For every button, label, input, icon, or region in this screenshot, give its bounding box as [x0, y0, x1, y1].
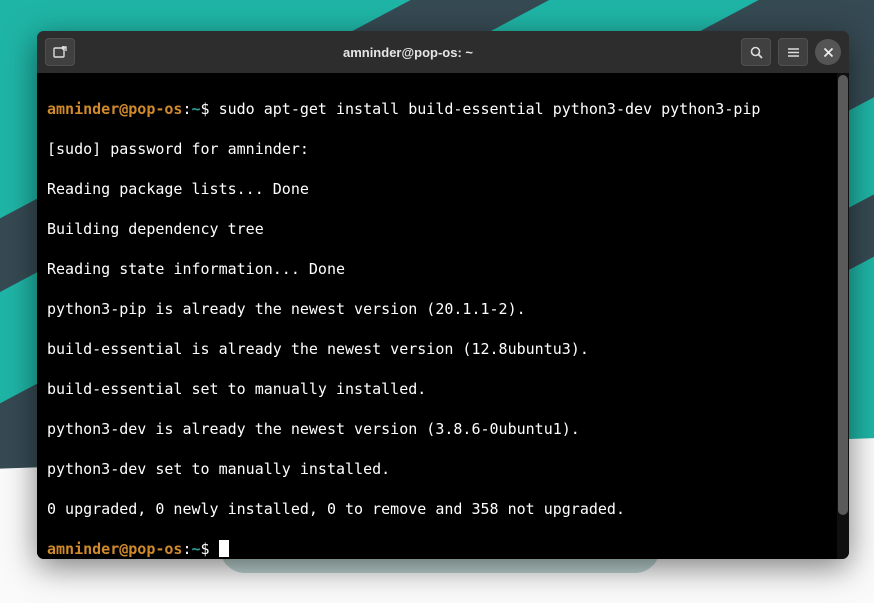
- prompt-separator: :: [182, 100, 191, 118]
- search-button[interactable]: [741, 38, 771, 66]
- hamburger-icon: [786, 45, 801, 60]
- terminal-output-line: [sudo] password for amninder:: [47, 139, 839, 159]
- terminal-output-line: Reading package lists... Done: [47, 179, 839, 199]
- scrollbar-thumb[interactable]: [838, 75, 848, 515]
- terminal-line: amninder@pop-os:~$: [47, 539, 839, 559]
- terminal-output-line: python3-dev set to manually installed.: [47, 459, 839, 479]
- scrollbar[interactable]: [837, 73, 849, 559]
- new-tab-button[interactable]: [45, 38, 75, 66]
- menu-button[interactable]: [778, 38, 808, 66]
- window-title: amninder@pop-os: ~: [75, 45, 741, 60]
- terminal-window: amninder@pop-os: ~: [37, 31, 849, 559]
- terminal-output-line: python3-dev is already the newest versio…: [47, 419, 839, 439]
- titlebar[interactable]: amninder@pop-os: ~: [37, 31, 849, 73]
- prompt-user-host: amninder@pop-os: [47, 540, 182, 558]
- terminal-output-line: build-essential set to manually installe…: [47, 379, 839, 399]
- prompt-symbol: $: [201, 100, 219, 118]
- prompt-user-host: amninder@pop-os: [47, 100, 182, 118]
- terminal-output-line: build-essential is already the newest ve…: [47, 339, 839, 359]
- terminal-output-line: Reading state information... Done: [47, 259, 839, 279]
- new-tab-icon: [52, 44, 68, 60]
- search-icon: [749, 45, 764, 60]
- prompt-separator: :: [182, 540, 191, 558]
- terminal-content[interactable]: amninder@pop-os:~$ sudo apt-get install …: [37, 73, 849, 559]
- terminal-output-line: Building dependency tree: [47, 219, 839, 239]
- prompt-path: ~: [192, 100, 201, 118]
- close-icon: [823, 47, 834, 58]
- command-text: sudo apt-get install build-essential pyt…: [219, 100, 761, 118]
- cursor: [219, 540, 229, 557]
- terminal-output-line: python3-pip is already the newest versio…: [47, 299, 839, 319]
- close-button[interactable]: [815, 39, 841, 65]
- prompt-symbol: $: [201, 540, 219, 558]
- terminal-line: amninder@pop-os:~$ sudo apt-get install …: [47, 99, 839, 119]
- prompt-path: ~: [192, 540, 201, 558]
- terminal-output-line: 0 upgraded, 0 newly installed, 0 to remo…: [47, 499, 839, 519]
